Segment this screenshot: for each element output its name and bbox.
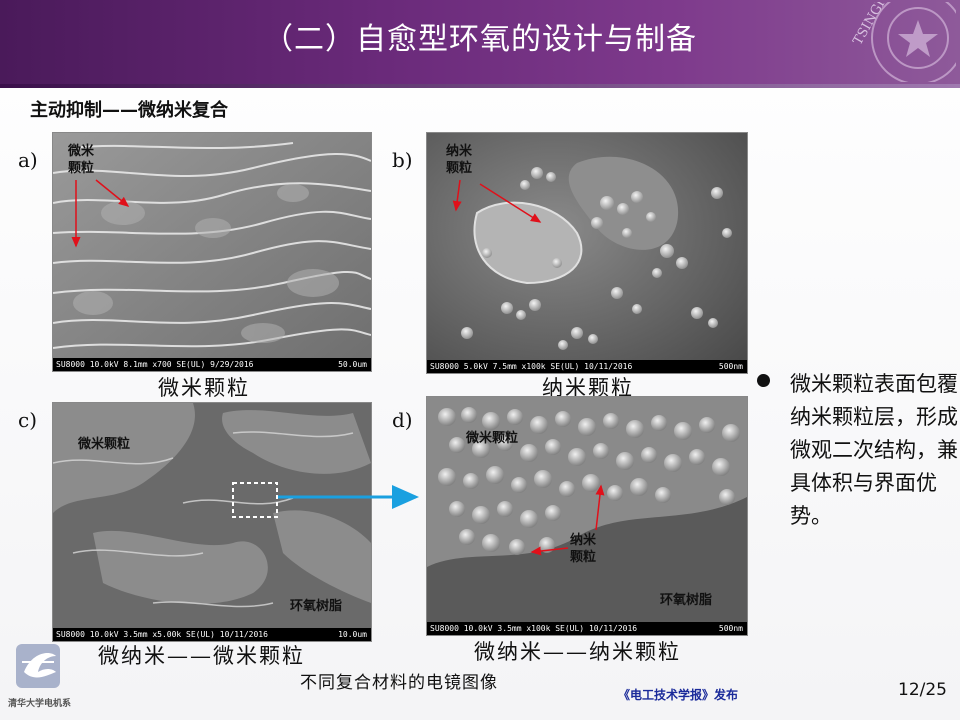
caption-micro-nano-nano: 微纳米——纳米颗粒 <box>474 640 681 664</box>
journal-credit: 《电工技术学报》发布 <box>618 688 739 702</box>
university-seal-logo: TSINGHUA <box>838 2 956 82</box>
sem-image-a: SU8000 10.0kV 8.1mm x700 SE(UL) 9/29/201… <box>52 132 372 372</box>
section-subtitle: 主动抑制——微纳米复合 <box>30 100 228 121</box>
annotation-nano-d: 纳米 颗粒 <box>570 533 597 565</box>
panel-label-d: d) <box>392 408 413 432</box>
sem-info-bar-d: SU8000 10.0kV 3.5mm x100k SE(UL) 10/11/2… <box>427 622 747 635</box>
sem-image-b: SU8000 5.0kV 7.5mm x100k SE(UL) 10/11/20… <box>426 132 748 374</box>
annotation-nano-b: 纳米 颗粒 <box>446 144 473 176</box>
annotation-epoxy-d: 环氧树脂 <box>660 593 713 608</box>
page-number: 12/25 <box>898 680 947 700</box>
bullet-text: 微米颗粒表面包覆纳米颗粒层，形成微观二次结构，兼具体积与界面优势。 <box>790 372 958 528</box>
panel-label-c: c) <box>18 408 38 432</box>
annotation-micro-c: 微米颗粒 <box>78 437 131 452</box>
annotation-micro-d: 微米颗粒 <box>466 431 519 446</box>
department-name: 清华大学电机系 <box>8 699 72 709</box>
department-logo <box>10 642 90 698</box>
annotation-micro-a: 微米 颗粒 <box>68 144 95 176</box>
sem-info-bar-a: SU8000 10.0kV 8.1mm x700 SE(UL) 9/29/201… <box>53 358 371 371</box>
annotation-epoxy-c: 环氧树脂 <box>290 599 343 614</box>
bullet-icon <box>757 374 770 387</box>
figure-caption: 不同复合材料的电镜图像 <box>300 673 498 693</box>
caption-micro-nano-micro: 微纳米——微米颗粒 <box>98 644 305 668</box>
svg-text:TSINGHUA: TSINGHUA <box>850 2 901 48</box>
slide-title: （二）自愈型环氧的设计与制备 <box>263 22 697 57</box>
panel-label-a: a) <box>18 148 38 172</box>
banner-divider <box>0 84 960 88</box>
caption-micro-particles: 微米颗粒 <box>158 376 250 400</box>
panel-label-b: b) <box>392 148 413 172</box>
